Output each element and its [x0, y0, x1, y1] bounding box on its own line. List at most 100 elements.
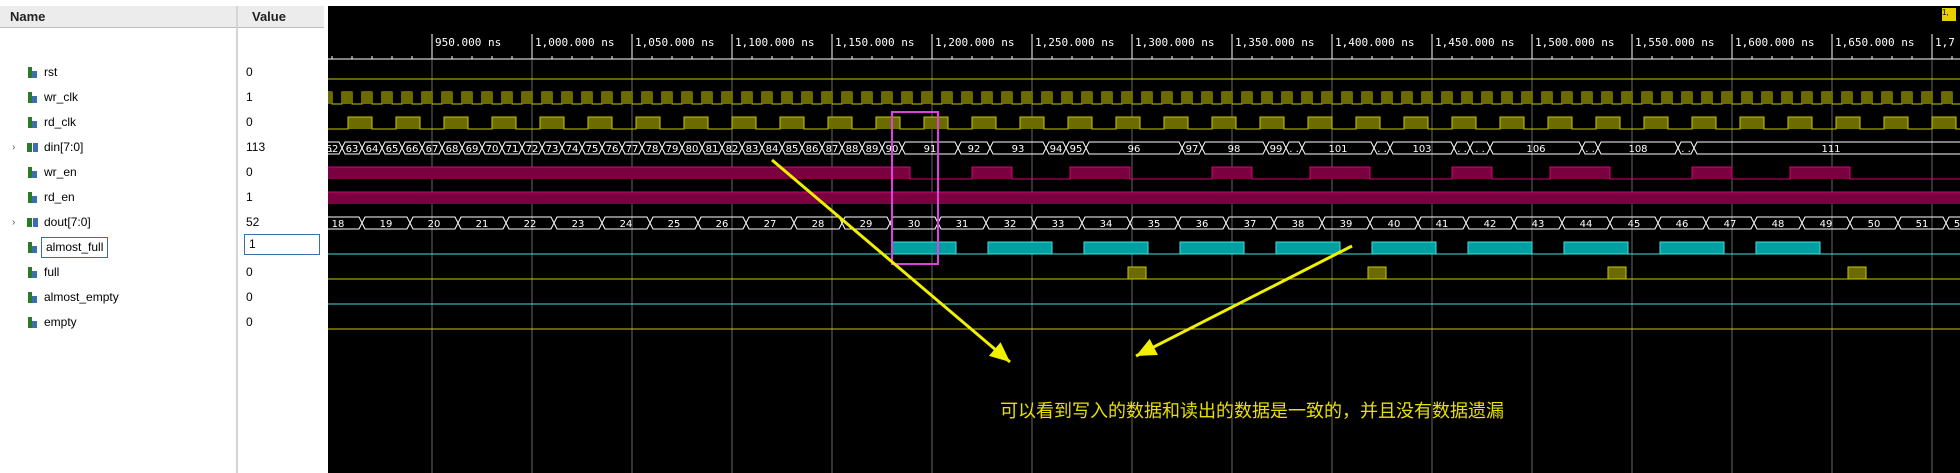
wr-clk-high [662, 92, 672, 104]
ruler-tick-label: 1,300.000 ns [1135, 36, 1214, 49]
signal-row-almost_full[interactable]: almost_full [0, 235, 236, 260]
signal-row-wr_clk[interactable]: wr_clk [0, 85, 236, 110]
wr-clk-high [1582, 92, 1592, 104]
signal-row-dout[interactable]: › dout[7:0] [0, 210, 236, 235]
almost-full-high [1755, 241, 1821, 255]
rd-clk-high [1068, 117, 1092, 129]
din-value: 63 [346, 144, 359, 155]
name-column-header[interactable]: Name [0, 6, 236, 28]
expand-chevron-icon[interactable]: › [12, 135, 15, 160]
wr-clk-high [782, 92, 792, 104]
wr-clk-high [1622, 92, 1632, 104]
signal-row-rst[interactable]: rst [0, 60, 236, 85]
wr-clk-high [1362, 92, 1372, 104]
din-value: 82 [726, 144, 739, 155]
wr-clk-high [1702, 92, 1712, 104]
signal-row-empty[interactable]: empty [0, 310, 236, 335]
wr-clk-high [1082, 92, 1092, 104]
wr-clk-high [582, 92, 592, 104]
wr-clk-high [722, 92, 732, 104]
din-value: 96 [1128, 144, 1141, 155]
dout-value: 43 [1532, 219, 1545, 230]
ruler-tick-label: 1,100.000 ns [735, 36, 814, 49]
wr-clk-high [942, 92, 952, 104]
din-value: 103 [1412, 144, 1431, 155]
value-column-header[interactable]: Value [238, 6, 324, 28]
wr-clk-high [842, 92, 852, 104]
cursor-badge[interactable]: 1, [1942, 8, 1956, 21]
dout-value: 37 [1244, 219, 1257, 230]
wr-clk-high [642, 92, 652, 104]
wr-clk-high [1542, 92, 1552, 104]
din-value: 83 [746, 144, 759, 155]
annotation-text: 可以看到写入的数据和读出的数据是一致的，并且没有数据遗漏 [1000, 401, 1504, 422]
wr-en-high [1070, 167, 1130, 179]
ruler-tick-label: 950.000 ns [435, 36, 501, 49]
wr-clk-high [502, 92, 512, 104]
signal-row-rd_clk[interactable]: rd_clk [0, 110, 236, 135]
wr-clk-high [1662, 92, 1672, 104]
rd-clk-high [732, 117, 756, 129]
ruler-tick-label: 1,550.000 ns [1635, 36, 1714, 49]
wr-clk-high [622, 92, 632, 104]
dout-value: 33 [1052, 219, 1065, 230]
almost-full-high [1179, 241, 1245, 255]
signal-name: rd_clk [44, 115, 77, 129]
wr-clk-high [862, 92, 872, 104]
din-value: 91 [924, 144, 937, 155]
wr-clk-high [1462, 92, 1472, 104]
wr-clk-high [1442, 92, 1452, 104]
ruler-tick-label: 1,600.000 ns [1735, 36, 1814, 49]
ruler-tick-label: 1,150.000 ns [835, 36, 914, 49]
signal-row-almost_empty[interactable]: almost_empty [0, 285, 236, 310]
dout-value: 34 [1100, 219, 1113, 230]
signal-value: 0 [246, 265, 253, 279]
wr-clk-high [1302, 92, 1312, 104]
rd-clk-high [1260, 117, 1284, 129]
signal-name: full [44, 265, 60, 279]
wr-clk-high [1182, 92, 1192, 104]
ruler-tick-label: 1,350.000 ns [1235, 36, 1314, 49]
wr-clk-high [1062, 92, 1072, 104]
din-value: 85 [786, 144, 799, 155]
din-value: 79 [666, 144, 679, 155]
wire-signal-icon [28, 317, 37, 328]
wr-clk-high [362, 92, 372, 104]
wr-clk-high [902, 92, 912, 104]
dout-value: 50 [1868, 219, 1881, 230]
signal-name: din[7:0] [44, 140, 84, 154]
wr-clk-high [1422, 92, 1432, 104]
wr-clk-high [1222, 92, 1232, 104]
rd-clk-high [1452, 117, 1476, 129]
almost-full-high [1275, 241, 1341, 255]
rd-clk-high [1164, 117, 1188, 129]
dout-value: 25 [668, 219, 681, 230]
wr-clk-high [442, 92, 452, 104]
din-value: 65 [386, 144, 399, 155]
wr-clk-high [328, 92, 332, 104]
rd-clk-high [444, 117, 468, 129]
wr-clk-high [522, 92, 532, 104]
din-value: 68 [446, 144, 459, 155]
rd-clk-high [1596, 117, 1620, 129]
wr-clk-high [602, 92, 612, 104]
signal-row-wr_en[interactable]: wr_en [0, 160, 236, 185]
signal-row-full[interactable]: full [0, 260, 236, 285]
din-value: 77 [626, 144, 639, 155]
expand-chevron-icon[interactable]: › [12, 210, 15, 235]
wr-clk-high [1562, 92, 1572, 104]
rd-clk-high [1644, 117, 1668, 129]
dout-value: 20 [428, 219, 441, 230]
dout-value: 31 [956, 219, 969, 230]
wr-clk-high [982, 92, 992, 104]
signal-row-din[interactable]: › din[7:0] [0, 135, 236, 160]
signal-row-rd_en[interactable]: rd_en [0, 185, 236, 210]
rd-clk-high [540, 117, 564, 129]
rd-clk-high [1932, 117, 1956, 129]
wr-clk-high [1122, 92, 1132, 104]
din-value: . . [1377, 144, 1387, 155]
wire-signal-icon [28, 67, 37, 78]
din-value: . . [1681, 144, 1691, 155]
signal-value[interactable]: 1 [244, 234, 320, 255]
din-value: 101 [1328, 144, 1347, 155]
